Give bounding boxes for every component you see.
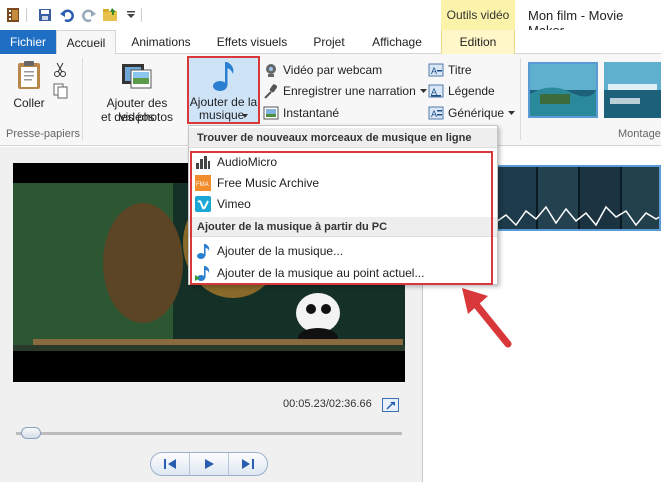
undo-icon[interactable] bbox=[58, 6, 76, 24]
credits-label: Générique bbox=[448, 106, 505, 120]
play-icon bbox=[205, 459, 214, 469]
quick-access-dropdown-icon[interactable] bbox=[122, 6, 140, 24]
webcam-label: Vidéo par webcam bbox=[283, 63, 383, 77]
tab-effets-visuels[interactable]: Effets visuels bbox=[211, 30, 293, 54]
paste-button[interactable]: Coller bbox=[12, 60, 45, 118]
title-label: Titre bbox=[448, 63, 472, 77]
group-label-themes: Montage bbox=[618, 128, 661, 140]
next-frame-icon bbox=[242, 459, 254, 469]
svg-text:A: A bbox=[431, 109, 437, 119]
ribbon-tabs: Fichier Accueil Animations Effets visuel… bbox=[0, 30, 661, 55]
divider bbox=[520, 58, 521, 140]
paste-label: Coller bbox=[13, 96, 45, 110]
copy-icon[interactable] bbox=[52, 83, 68, 99]
divider bbox=[26, 8, 27, 22]
tab-affichage[interactable]: Affichage bbox=[366, 30, 428, 54]
group-label-clipboard: Presse-papiers bbox=[6, 128, 80, 140]
chevron-down-icon bbox=[508, 111, 516, 115]
storyboard-clip[interactable] bbox=[494, 165, 661, 231]
credits-icon: A bbox=[428, 106, 444, 120]
highlight-box-menu bbox=[190, 151, 493, 285]
fullscreen-button[interactable] bbox=[382, 398, 399, 412]
cut-icon[interactable] bbox=[52, 62, 68, 78]
theme-thumbnail-1[interactable] bbox=[528, 62, 598, 118]
app-icon bbox=[4, 6, 22, 24]
caption-button[interactable]: A Légende bbox=[428, 81, 495, 101]
highlight-box-add-music bbox=[187, 56, 260, 124]
playback-controls bbox=[150, 452, 268, 476]
clipboard-icon bbox=[18, 61, 40, 89]
seek-thumb[interactable] bbox=[21, 427, 42, 439]
chevron-down-icon bbox=[419, 89, 427, 93]
tab-animations[interactable]: Animations bbox=[126, 30, 196, 54]
webcam-video-button[interactable]: Vidéo par webcam bbox=[263, 60, 382, 80]
caption-icon: A bbox=[428, 84, 444, 98]
play-button[interactable] bbox=[190, 453, 229, 475]
folder-icon[interactable] bbox=[102, 6, 120, 24]
caption-label: Légende bbox=[448, 84, 495, 98]
add-videos-photos-button[interactable]: Ajouter des vidéos et des photos bbox=[88, 60, 186, 124]
divider bbox=[82, 58, 83, 140]
title-icon: A bbox=[428, 63, 444, 77]
credits-button[interactable]: A Générique bbox=[428, 103, 516, 123]
annotation-arrow-icon bbox=[462, 288, 512, 348]
expand-icon bbox=[386, 400, 395, 410]
snapshot-button[interactable]: Instantané bbox=[263, 103, 339, 123]
next-frame-button[interactable] bbox=[229, 453, 267, 475]
previous-frame-icon bbox=[164, 459, 176, 469]
video-tools-contextual-header: Outils vidéo bbox=[441, 0, 515, 30]
theme-landscape-icon bbox=[604, 62, 661, 118]
film-photo-icon bbox=[122, 64, 152, 89]
tab-projet[interactable]: Projet bbox=[306, 30, 352, 54]
divider bbox=[141, 8, 142, 22]
theme-thumbnail-2[interactable] bbox=[604, 62, 661, 118]
microphone-icon bbox=[264, 84, 277, 99]
tab-edition[interactable]: Edition bbox=[441, 30, 515, 54]
add-videos-label-2: et des photos bbox=[100, 110, 174, 124]
snapshot-icon bbox=[263, 106, 279, 120]
previous-frame-button[interactable] bbox=[151, 453, 190, 475]
title-button[interactable]: A Titre bbox=[428, 60, 472, 80]
record-narration-button[interactable]: Enregistrer une narration bbox=[263, 81, 427, 101]
redo-icon[interactable] bbox=[80, 6, 98, 24]
tab-accueil[interactable]: Accueil bbox=[56, 30, 116, 55]
theme-landscape-icon bbox=[530, 64, 596, 116]
narration-label: Enregistrer une narration bbox=[283, 84, 416, 98]
clip-thumbnail-image bbox=[496, 167, 659, 229]
save-icon[interactable] bbox=[36, 6, 54, 24]
svg-text:A: A bbox=[431, 66, 437, 76]
seek-bar[interactable] bbox=[16, 432, 402, 435]
tab-fichier[interactable]: Fichier bbox=[0, 30, 56, 54]
timecode: 00:05.23/02:36.66 bbox=[283, 398, 372, 410]
snapshot-label: Instantané bbox=[283, 106, 340, 120]
menu-header-online: Trouver de nouveaux morceaux de musique … bbox=[189, 128, 497, 148]
webcam-icon bbox=[266, 64, 276, 77]
